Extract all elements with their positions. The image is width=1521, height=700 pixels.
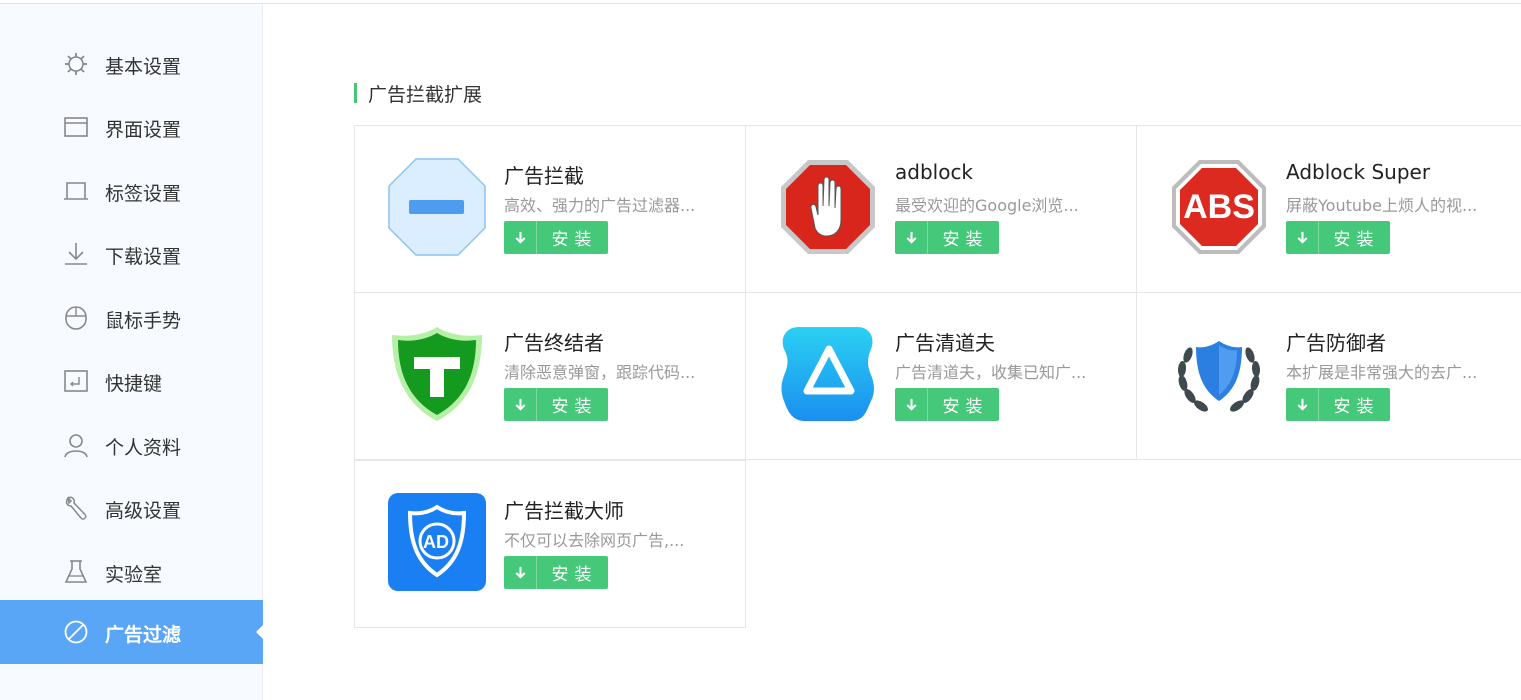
sidebar-item-label: 广告过滤 [105, 624, 182, 646]
extension-card: 广告清道夫 广告清道夫，收集已知广... 安装 [745, 292, 1137, 460]
wrench-icon [63, 495, 89, 521]
keyboard-icon [63, 368, 89, 394]
user-icon [63, 432, 89, 458]
svg-text:ABS: ABS [1183, 188, 1255, 226]
extension-desc: 本扩展是非常强大的去广... [1286, 363, 1478, 382]
sidebar-item-label: 界面设置 [105, 119, 182, 141]
sidebar-item-label: 实验室 [105, 564, 163, 586]
abs-stop-sign-icon: ABS [1170, 158, 1268, 256]
download-arrow-icon [1286, 221, 1319, 254]
extension-desc: 最受欢迎的Google浏览... [895, 196, 1079, 215]
download-arrow-icon [895, 388, 928, 421]
extension-name: 广告终结者 [504, 331, 604, 355]
block-icon [63, 619, 89, 645]
settings-sidebar: 基本设置 界面设置 标签设置 下载设置 鼠标手势 快捷键 个人资料 高级设置 实… [0, 4, 264, 700]
extension-card: 广告拦截 高效、强力的广告过滤器... 安装 [354, 125, 746, 293]
install-button[interactable]: 安装 [895, 221, 999, 254]
sidebar-item-label: 高级设置 [105, 500, 182, 522]
ad-shield-icon: AD [388, 493, 486, 591]
extension-desc: 广告清道夫，收集已知广... [895, 363, 1087, 382]
sidebar-item-shortcuts[interactable]: 快捷键 [0, 362, 263, 398]
window-icon [63, 114, 89, 140]
install-label: 安装 [942, 230, 989, 250]
extension-name: 广告防御者 [1286, 331, 1386, 355]
install-label: 安装 [1333, 397, 1380, 417]
download-icon [63, 241, 89, 267]
section-title: 广告拦截扩展 [354, 82, 483, 106]
install-label: 安装 [1333, 230, 1380, 250]
extension-card: adblock 最受欢迎的Google浏览... 安装 [745, 125, 1137, 293]
extension-desc: 清除恶意弹窗，跟踪代码... [504, 363, 696, 382]
green-shield-t-icon: T [388, 325, 486, 423]
install-label: 安装 [551, 397, 598, 417]
install-button[interactable]: 安装 [504, 388, 608, 421]
download-arrow-icon [504, 388, 537, 421]
blue-triangle-icon [779, 325, 877, 423]
install-label: 安装 [551, 565, 598, 585]
install-button[interactable]: 安装 [895, 388, 999, 421]
tab-icon [63, 178, 89, 204]
sidebar-item-download-settings[interactable]: 下载设置 [0, 235, 263, 271]
extension-name: Adblock Super [1286, 160, 1431, 184]
mouse-icon [63, 305, 89, 331]
download-arrow-icon [504, 556, 537, 589]
section-title-text: 广告拦截扩展 [368, 83, 483, 106]
gear-icon [63, 51, 89, 77]
install-button[interactable]: 安装 [1286, 388, 1390, 421]
extension-name: 广告清道夫 [895, 331, 995, 355]
sidebar-item-interface-settings[interactable]: 界面设置 [0, 108, 263, 144]
extension-card: ABS Adblock Super 屏蔽Youtube上烦人的视... 安装 [1136, 125, 1521, 293]
extension-grid: 广告拦截 高效、强力的广告过滤器... 安装 adblock 最受欢迎的Goog… [354, 125, 1521, 629]
sidebar-item-label: 个人资料 [105, 437, 182, 459]
flask-icon [63, 559, 89, 585]
blue-octagon-minus-icon [388, 158, 486, 256]
extension-name: 广告拦截大师 [504, 499, 624, 523]
sidebar-item-tab-settings[interactable]: 标签设置 [0, 172, 263, 208]
install-button[interactable]: 安装 [1286, 221, 1390, 254]
extension-name: 广告拦截 [504, 164, 584, 188]
sidebar-item-label: 基本设置 [105, 56, 182, 78]
sidebar-item-basic-settings[interactable]: 基本设置 [0, 45, 263, 81]
extension-desc: 高效、强力的广告过滤器... [504, 196, 696, 215]
extension-card: T 广告终结者 清除恶意弹窗，跟踪代码... 安装 [354, 292, 746, 460]
install-button[interactable]: 安装 [504, 221, 608, 254]
active-indicator [256, 624, 264, 640]
install-button[interactable]: 安装 [504, 556, 608, 589]
extension-desc: 屏蔽Youtube上烦人的视... [1286, 196, 1478, 215]
sidebar-item-label: 下载设置 [105, 246, 182, 268]
install-label: 安装 [551, 230, 598, 250]
download-arrow-icon [504, 221, 537, 254]
sidebar-item-ad-filter[interactable]: 广告过滤 [0, 600, 264, 664]
sidebar-item-lab[interactable]: 实验室 [0, 553, 263, 589]
sidebar-item-advanced-settings[interactable]: 高级设置 [0, 489, 263, 525]
download-arrow-icon [1286, 388, 1319, 421]
extension-name: adblock [895, 160, 974, 184]
laurel-shield-icon [1170, 325, 1268, 423]
install-label: 安装 [942, 397, 989, 417]
sidebar-item-label: 快捷键 [105, 373, 163, 395]
title-accent-bar [354, 83, 357, 103]
extension-card: 广告防御者 本扩展是非常强大的去广... 安装 [1136, 292, 1521, 460]
sidebar-item-profile[interactable]: 个人资料 [0, 426, 263, 462]
extension-desc: 不仅可以去除网页广告,... [504, 531, 685, 550]
sidebar-item-label: 鼠标手势 [105, 310, 182, 332]
extension-card: AD 广告拦截大师 不仅可以去除网页广告,... 安装 [354, 460, 746, 628]
sidebar-item-label: 标签设置 [105, 183, 182, 205]
download-arrow-icon [895, 221, 928, 254]
svg-text:AD: AD [423, 532, 449, 552]
sidebar-item-mouse-gestures[interactable]: 鼠标手势 [0, 299, 263, 335]
red-stop-hand-icon [779, 158, 877, 256]
